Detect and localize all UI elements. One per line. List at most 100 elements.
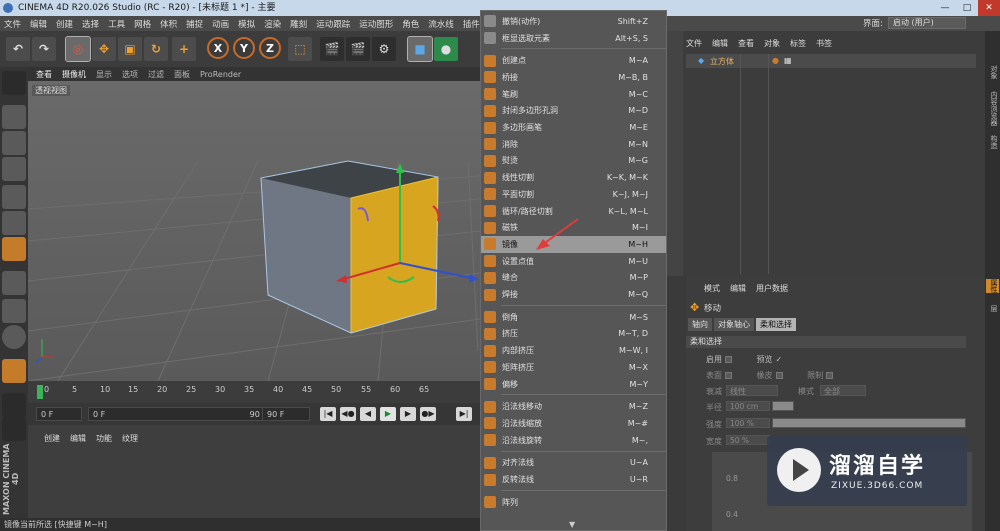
perspective-viewport[interactable]: 透视视图 bbox=[28, 81, 480, 381]
cube-object[interactable] bbox=[260, 160, 439, 334]
tab-structure[interactable]: 构造 bbox=[986, 135, 999, 149]
menu-edit[interactable]: 编辑 bbox=[30, 18, 47, 30]
menu-item[interactable]: 缝合 M~P bbox=[481, 270, 666, 287]
menu-item[interactable]: 倒角 M~S bbox=[481, 309, 666, 326]
menu-item[interactable]: 阵列 bbox=[481, 494, 666, 511]
menu-motion-tracker[interactable]: 运动跟踪 bbox=[316, 18, 350, 30]
menu-animate[interactable]: 动画 bbox=[212, 18, 229, 30]
axis-x-button[interactable]: X bbox=[207, 37, 229, 59]
close-button[interactable]: ✕ bbox=[978, 0, 1000, 16]
axis-y-button[interactable]: Y bbox=[233, 37, 255, 59]
preview-checkmark-icon[interactable]: ✓ bbox=[776, 355, 783, 364]
viewport-menu-panel[interactable]: 面板 bbox=[174, 69, 190, 80]
material-menu-texture[interactable]: 纹理 bbox=[122, 433, 138, 444]
redo-icon[interactable]: ↷ bbox=[32, 37, 56, 61]
tab-attributes[interactable]: 属性 bbox=[986, 279, 999, 293]
rotate-icon[interactable]: ↻ bbox=[144, 37, 168, 61]
start-frame-field[interactable]: 0 F bbox=[36, 407, 82, 421]
tab-layers[interactable]: 层 bbox=[986, 305, 999, 312]
timeline-ruler[interactable]: 0 5 10 15 20 25 30 35 40 45 50 55 60 65 bbox=[28, 381, 480, 403]
menu-tools[interactable]: 工具 bbox=[108, 18, 125, 30]
live-select-icon[interactable]: ◎ bbox=[65, 36, 91, 62]
maximize-button[interactable]: □ bbox=[956, 0, 978, 16]
menu-sculpt[interactable]: 雕刻 bbox=[290, 18, 307, 30]
menu-item[interactable]: 焊接 M~Q bbox=[481, 286, 666, 303]
menu-item[interactable]: 框显选取元素 Alt+S, S bbox=[481, 30, 666, 47]
subdivision-icon[interactable]: ● bbox=[434, 37, 458, 61]
strength-field[interactable]: 100 % bbox=[726, 418, 770, 428]
next-key-button[interactable]: ●▶ bbox=[420, 407, 436, 421]
om-menu-file[interactable]: 文件 bbox=[686, 38, 702, 49]
menu-item[interactable]: 创建点 M~A bbox=[481, 52, 666, 69]
om-menu-object[interactable]: 对象 bbox=[764, 38, 780, 49]
frame-range-slider[interactable]: 0 F 90 F bbox=[88, 407, 274, 421]
playhead[interactable] bbox=[37, 385, 43, 399]
material-menu-edit[interactable]: 编辑 bbox=[70, 433, 86, 444]
attr-menu-mode[interactable]: 模式 bbox=[704, 283, 720, 294]
prev-frame-button[interactable]: ◀ bbox=[360, 407, 376, 421]
rubber-checkbox[interactable] bbox=[775, 372, 783, 379]
undo-icon[interactable]: ↶ bbox=[6, 37, 30, 61]
texture-mode-icon[interactable] bbox=[2, 131, 26, 155]
add-icon[interactable]: + bbox=[172, 37, 196, 61]
strength-slider[interactable] bbox=[772, 418, 966, 428]
material-menu-create[interactable]: 创建 bbox=[44, 433, 60, 444]
menu-snap[interactable]: 捕捉 bbox=[186, 18, 203, 30]
menu-item[interactable]: 沿法线旋转 M~, bbox=[481, 432, 666, 449]
viewport-menu-camera[interactable]: 摄像机 bbox=[62, 69, 86, 80]
axis-z-button[interactable]: Z bbox=[259, 37, 281, 59]
layout-select[interactable]: 启动 (用户) bbox=[888, 17, 966, 29]
menu-pipeline[interactable]: 流水线 bbox=[428, 18, 454, 30]
om-menu-view[interactable]: 查看 bbox=[738, 38, 754, 49]
phong-tag-icon[interactable]: ● bbox=[772, 56, 779, 65]
menu-item[interactable]: 撤销(动作) Shift+Z bbox=[481, 13, 666, 30]
render-picture-icon[interactable]: 🎬 bbox=[346, 37, 370, 61]
axis-mode-icon[interactable] bbox=[2, 271, 26, 295]
minimize-button[interactable]: — bbox=[934, 0, 956, 16]
falloff-select[interactable]: 线性 bbox=[726, 385, 778, 396]
polygons-mode-icon[interactable] bbox=[2, 237, 26, 261]
workplane-mode-icon[interactable] bbox=[2, 157, 26, 181]
menu-item[interactable]: 挤压 M~T, D bbox=[481, 326, 666, 343]
solo-icon[interactable] bbox=[2, 325, 26, 349]
edges-mode-icon[interactable] bbox=[2, 211, 26, 235]
tab-objects[interactable]: 对象 bbox=[986, 65, 999, 79]
menu-item[interactable]: 熨烫 M~G bbox=[481, 153, 666, 170]
attr-menu-edit[interactable]: 编辑 bbox=[730, 283, 746, 294]
lock-icon[interactable] bbox=[2, 393, 26, 417]
attr-menu-userdata[interactable]: 用户数据 bbox=[756, 283, 788, 294]
render-settings-icon[interactable]: ⚙ bbox=[372, 37, 396, 61]
visibility-icon[interactable]: ▦ bbox=[784, 56, 792, 65]
magnet-icon[interactable] bbox=[2, 359, 26, 383]
menu-item[interactable]: 矩阵挤压 M~X bbox=[481, 359, 666, 376]
mode-select[interactable]: 全部 bbox=[820, 385, 866, 396]
lock-workplane-icon[interactable] bbox=[2, 417, 26, 441]
next-frame-button[interactable]: ▶ bbox=[400, 407, 416, 421]
model-mode-icon[interactable] bbox=[2, 105, 26, 129]
viewport-menu-display[interactable]: 显示 bbox=[96, 69, 112, 80]
coordinate-system-icon[interactable]: ⬚ bbox=[288, 37, 312, 61]
tab-object-axis[interactable]: 对象轴心 bbox=[714, 318, 754, 331]
menu-select[interactable]: 选择 bbox=[82, 18, 99, 30]
cube-icon[interactable]: ■ bbox=[407, 36, 433, 62]
enable-checkbox[interactable] bbox=[725, 356, 732, 363]
menu-render[interactable]: 渲染 bbox=[264, 18, 281, 30]
menu-file[interactable]: 文件 bbox=[4, 18, 21, 30]
menu-plugins[interactable]: 插件 bbox=[463, 18, 480, 30]
menu-item[interactable]: 偏移 M~Y bbox=[481, 376, 666, 393]
goto-start-button[interactable]: |◀ bbox=[320, 407, 336, 421]
make-editable-icon[interactable] bbox=[2, 71, 26, 95]
viewport-menu-filter[interactable]: 过滤 bbox=[148, 69, 164, 80]
menu-create[interactable]: 创建 bbox=[56, 18, 73, 30]
menu-item[interactable]: 桥接 M~B, B bbox=[481, 69, 666, 86]
menu-mograph[interactable]: 运动图形 bbox=[359, 18, 393, 30]
end-frame-field[interactable]: 90 F bbox=[262, 407, 310, 421]
render-view-icon[interactable]: 🎬 bbox=[320, 37, 344, 61]
menu-item[interactable]: 反转法线 U~R bbox=[481, 471, 666, 488]
menu-item[interactable]: 沿法线缩放 M~# bbox=[481, 415, 666, 432]
prev-key-button[interactable]: ◀● bbox=[340, 407, 356, 421]
menu-item[interactable]: 消除 M~N bbox=[481, 136, 666, 153]
menu-volume[interactable]: 体积 bbox=[160, 18, 177, 30]
scale-icon[interactable]: ▣ bbox=[118, 37, 142, 61]
material-menu-function[interactable]: 功能 bbox=[96, 433, 112, 444]
